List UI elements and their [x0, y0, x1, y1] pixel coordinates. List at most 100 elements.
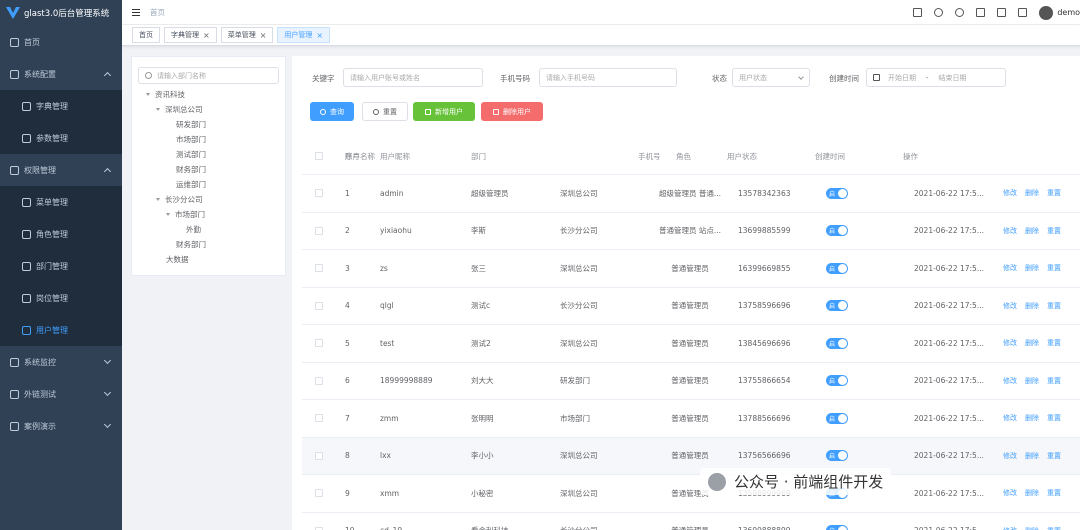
- tree-node[interactable]: 财务部门: [138, 162, 279, 177]
- table-row[interactable]: 5 test 测试2 深圳总公司 普通管理员 13845696696 启 2021-06-22…: [302, 325, 1080, 363]
- reset-link[interactable]: 重置: [1047, 226, 1061, 236]
- tree-node[interactable]: 深圳总公司: [138, 102, 279, 117]
- column-header[interactable]: 用户状态: [727, 138, 757, 174]
- tag-2[interactable]: 菜单管理 ×: [220, 27, 274, 43]
- caret-down-icon[interactable]: [156, 108, 160, 111]
- date-range-picker[interactable]: 开始日期 - 结束日期: [866, 68, 1006, 87]
- submenu-item[interactable]: 字典管理: [0, 90, 122, 122]
- add-user-button[interactable]: 新增用户: [413, 102, 475, 121]
- fullscreen-icon[interactable]: [1018, 8, 1028, 17]
- font-size-icon[interactable]: [913, 8, 923, 17]
- search-icon[interactable]: [955, 8, 965, 17]
- delete-link[interactable]: 删除: [1025, 338, 1039, 348]
- delete-link[interactable]: 删除: [1025, 188, 1039, 198]
- row-checkbox[interactable]: [315, 189, 323, 198]
- tree-node[interactable]: 外勤: [138, 222, 279, 237]
- status-switch[interactable]: 启: [826, 262, 848, 274]
- delete-link[interactable]: 删除: [1025, 376, 1039, 386]
- reset-link[interactable]: 重置: [1047, 301, 1061, 311]
- status-switch[interactable]: 启: [826, 300, 848, 312]
- sidebar-item-2[interactable]: 权限管理: [0, 154, 122, 186]
- tag-1[interactable]: 字典管理 ×: [164, 27, 217, 43]
- row-checkbox[interactable]: [315, 376, 323, 385]
- edit-link[interactable]: 修改: [1003, 488, 1017, 498]
- edit-link[interactable]: 修改: [1003, 263, 1017, 273]
- edit-link[interactable]: 修改: [1003, 338, 1017, 348]
- column-header[interactable]: 用户昵称: [380, 138, 410, 174]
- table-row[interactable]: 1 admin 超级管理员 深圳总公司 超级管理员 普通... 13578342363 启 2…: [302, 175, 1080, 213]
- hamburger-icon[interactable]: [132, 8, 140, 16]
- submenu-item[interactable]: 菜单管理: [0, 186, 122, 218]
- row-checkbox[interactable]: [315, 301, 323, 310]
- table-row[interactable]: 8 lxx 李小小 深圳总公司 普通管理员 13756566696 启 2021-06-22 …: [302, 437, 1080, 475]
- tree-node[interactable]: 测试部门: [138, 147, 279, 162]
- tree-node[interactable]: 市场部门: [138, 207, 279, 222]
- delete-link[interactable]: 删除: [1025, 488, 1039, 498]
- column-header[interactable]: 创建时间: [815, 138, 845, 174]
- row-checkbox[interactable]: [315, 489, 323, 498]
- table-row[interactable]: 7 zmm 张明明 市场部门 普通管理员 13788566696 启 2021-06-22 1…: [302, 400, 1080, 438]
- reset-button[interactable]: 重置: [362, 102, 408, 121]
- edit-link[interactable]: 修改: [1003, 226, 1017, 236]
- bell-icon[interactable]: [997, 8, 1007, 17]
- keyword-input[interactable]: 请输入用户账号或姓名: [343, 68, 483, 87]
- column-header[interactable]: 操作: [903, 138, 918, 174]
- delete-link[interactable]: 删除: [1025, 526, 1039, 530]
- delete-link[interactable]: 删除: [1025, 301, 1039, 311]
- tree-node[interactable]: 研发部门: [138, 117, 279, 132]
- close-icon[interactable]: ×: [316, 31, 323, 40]
- status-switch[interactable]: 启: [826, 525, 848, 530]
- tree-node[interactable]: 大数据: [138, 252, 279, 267]
- tree-node[interactable]: 运维部门: [138, 177, 279, 192]
- column-header[interactable]: 手机号: [638, 138, 661, 174]
- username[interactable]: demo: [1057, 8, 1080, 17]
- status-switch[interactable]: 启: [826, 450, 848, 462]
- caret-down-icon[interactable]: [146, 93, 150, 96]
- row-checkbox[interactable]: [315, 451, 323, 460]
- tree-node[interactable]: 财务部门: [138, 237, 279, 252]
- sidebar-item-5[interactable]: 案例演示: [0, 410, 122, 442]
- edit-link[interactable]: 修改: [1003, 526, 1017, 530]
- tag-0[interactable]: 首页: [132, 27, 160, 43]
- tree-node[interactable]: 长沙分公司: [138, 192, 279, 207]
- avatar[interactable]: [1039, 5, 1054, 20]
- dept-search-input[interactable]: 请输入部门名称: [138, 67, 279, 84]
- breadcrumb[interactable]: 首页: [150, 7, 165, 18]
- submenu-item[interactable]: 角色管理: [0, 218, 122, 250]
- table-row[interactable]: 3 zs 张三 深圳总公司 普通管理员 16399669855 启 2021-06-22 17…: [302, 250, 1080, 288]
- reset-link[interactable]: 重置: [1047, 413, 1061, 423]
- status-switch[interactable]: 启: [826, 337, 848, 349]
- delete-link[interactable]: 删除: [1025, 413, 1039, 423]
- skin-icon[interactable]: [976, 8, 986, 17]
- edit-link[interactable]: 修改: [1003, 301, 1017, 311]
- tree-node[interactable]: 资讯科技: [138, 87, 279, 102]
- delete-link[interactable]: 删除: [1025, 451, 1039, 461]
- status-switch[interactable]: 启: [826, 225, 848, 237]
- search-button[interactable]: 查询: [310, 102, 354, 121]
- sidebar-item-0[interactable]: 首页: [0, 26, 122, 58]
- row-checkbox[interactable]: [315, 226, 323, 235]
- phone-input[interactable]: 请输入手机号码: [539, 68, 677, 87]
- reset-link[interactable]: 重置: [1047, 188, 1061, 198]
- close-icon[interactable]: ×: [260, 31, 267, 40]
- edit-link[interactable]: 修改: [1003, 376, 1017, 386]
- table-row[interactable]: 9xmm小秘密深圳总公司普通管理员13588999969启2021-06-22 …: [302, 475, 1080, 513]
- sidebar-item-4[interactable]: 外链测试: [0, 378, 122, 410]
- delete-link[interactable]: 删除: [1025, 263, 1039, 273]
- status-select[interactable]: 用户状态: [732, 68, 810, 87]
- edit-link[interactable]: 修改: [1003, 413, 1017, 423]
- github-icon[interactable]: [934, 8, 944, 17]
- table-row[interactable]: 2 yixiaohu 李斯 长沙分公司 普通管理员 站点... 13699885599 启 2…: [302, 213, 1080, 250]
- row-checkbox[interactable]: [315, 264, 323, 273]
- row-checkbox[interactable]: [315, 414, 323, 423]
- tag-3[interactable]: 用户管理 ×: [277, 27, 331, 43]
- reset-link[interactable]: 重置: [1047, 338, 1061, 348]
- submenu-item[interactable]: 用户管理: [0, 314, 122, 346]
- column-header[interactable]: 角色: [676, 138, 691, 174]
- reset-link[interactable]: 重置: [1047, 488, 1061, 498]
- reset-link[interactable]: 重置: [1047, 451, 1061, 461]
- select-all-checkbox[interactable]: [315, 152, 323, 160]
- close-icon[interactable]: ×: [203, 31, 210, 40]
- reset-link[interactable]: 重置: [1047, 263, 1061, 273]
- table-row[interactable]: 4 qlgl 测试c 长沙分公司 普通管理员 13758596696 启 2021-06-22…: [302, 288, 1080, 325]
